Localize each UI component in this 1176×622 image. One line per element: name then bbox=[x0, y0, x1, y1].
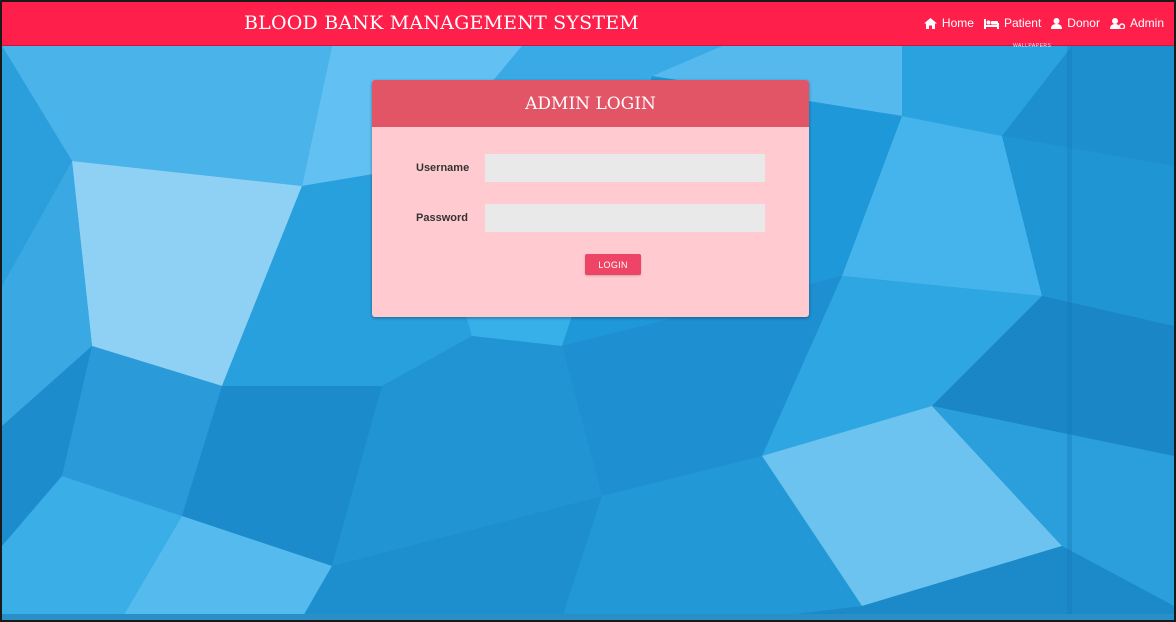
username-input[interactable] bbox=[485, 154, 765, 182]
login-card-title: ADMIN LOGIN bbox=[372, 80, 809, 127]
password-input[interactable] bbox=[485, 204, 765, 232]
app-brand-title[interactable]: BLOOD BANK MANAGEMENT SYSTEM bbox=[244, 12, 639, 34]
home-icon bbox=[923, 17, 937, 29]
nav-home-label: Home bbox=[941, 16, 974, 30]
nav-patient-label: Patient bbox=[1003, 16, 1042, 30]
app-window: BLOOD BANK MANAGEMENT SYSTEM Home Patien… bbox=[0, 0, 1176, 622]
user-cog-icon bbox=[1109, 17, 1125, 29]
bottom-edge-strip bbox=[2, 614, 1174, 620]
nav-item-home[interactable]: Home bbox=[923, 16, 974, 30]
password-label: Password bbox=[416, 212, 468, 224]
background-watermark: WALLPAPERS bbox=[1013, 43, 1052, 49]
username-row: Username bbox=[372, 154, 809, 182]
login-button[interactable]: LOGIN bbox=[585, 254, 641, 275]
top-navbar: BLOOD BANK MANAGEMENT SYSTEM Home Patien… bbox=[2, 2, 1174, 46]
password-row: Password bbox=[372, 204, 809, 232]
nav-admin-label: Admin bbox=[1129, 16, 1164, 30]
user-icon bbox=[1051, 17, 1063, 29]
bed-icon bbox=[983, 18, 999, 29]
username-label: Username bbox=[416, 162, 470, 174]
nav-item-admin[interactable]: Admin bbox=[1109, 16, 1164, 30]
admin-login-card: ADMIN LOGIN Username Password LOGIN bbox=[372, 80, 809, 317]
nav-item-donor[interactable]: Donor bbox=[1051, 16, 1100, 30]
nav-donor-label: Donor bbox=[1067, 16, 1100, 30]
nav-item-patient[interactable]: Patient bbox=[983, 16, 1042, 30]
nav-menu: Home Patient Donor Admin bbox=[923, 16, 1164, 30]
